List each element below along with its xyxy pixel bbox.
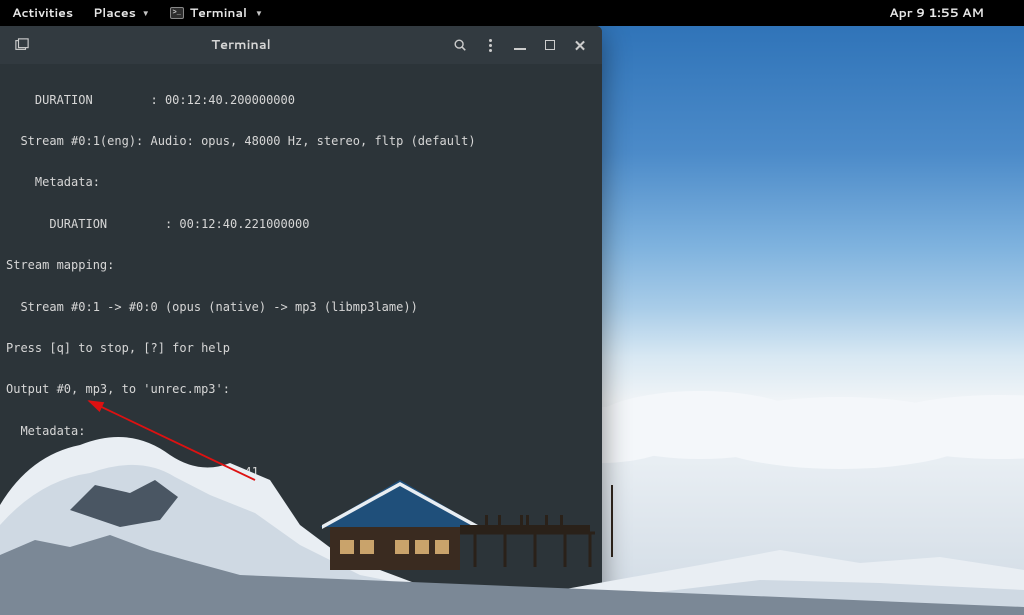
close-button[interactable]: ✕ — [566, 31, 594, 59]
terminal-line: Stream #0:1 -> #0:0 (opus (native) -> mp… — [0, 301, 602, 315]
terminal-line: Press [q] to stop, [?] for help — [0, 342, 602, 356]
places-label: Places — [93, 4, 136, 22]
new-tab-button[interactable] — [8, 31, 36, 59]
search-icon — [453, 38, 467, 52]
chevron-down-icon: ▼ — [142, 7, 150, 19]
window-title: Terminal — [36, 36, 446, 54]
kebab-icon — [489, 39, 492, 52]
new-tab-icon — [15, 38, 29, 52]
maximize-button[interactable] — [536, 31, 564, 59]
wallpaper-foreground — [0, 385, 1024, 615]
terminal-line: Stream #0:1(eng): Audio: opus, 48000 Hz,… — [0, 135, 602, 149]
active-app-label: Terminal — [190, 4, 247, 22]
terminal-line: DURATION : 00:12:40.221000000 — [0, 218, 602, 232]
menu-button[interactable] — [476, 31, 504, 59]
maximize-icon — [545, 40, 555, 50]
clock[interactable]: Apr 9 1:55 AM — [889, 4, 984, 22]
activities-button[interactable]: Activities — [12, 4, 73, 22]
window-titlebar[interactable]: Terminal ✕ — [0, 26, 602, 64]
minimize-icon — [514, 48, 526, 50]
terminal-line: DURATION : 00:12:40.200000000 — [0, 94, 602, 108]
terminal-line: Stream mapping: — [0, 259, 602, 273]
close-icon: ✕ — [574, 38, 587, 53]
chevron-down-icon: ▼ — [255, 7, 263, 19]
places-menu[interactable]: Places ▼ — [93, 4, 150, 22]
gnome-topbar: Activities Places ▼ >_ Terminal ▼ Apr 9 … — [0, 0, 1024, 26]
active-app-menu[interactable]: >_ Terminal ▼ — [170, 4, 263, 22]
search-button[interactable] — [446, 31, 474, 59]
terminal-line: Metadata: — [0, 176, 602, 190]
minimize-button[interactable] — [506, 31, 534, 59]
terminal-icon: >_ — [170, 7, 184, 19]
